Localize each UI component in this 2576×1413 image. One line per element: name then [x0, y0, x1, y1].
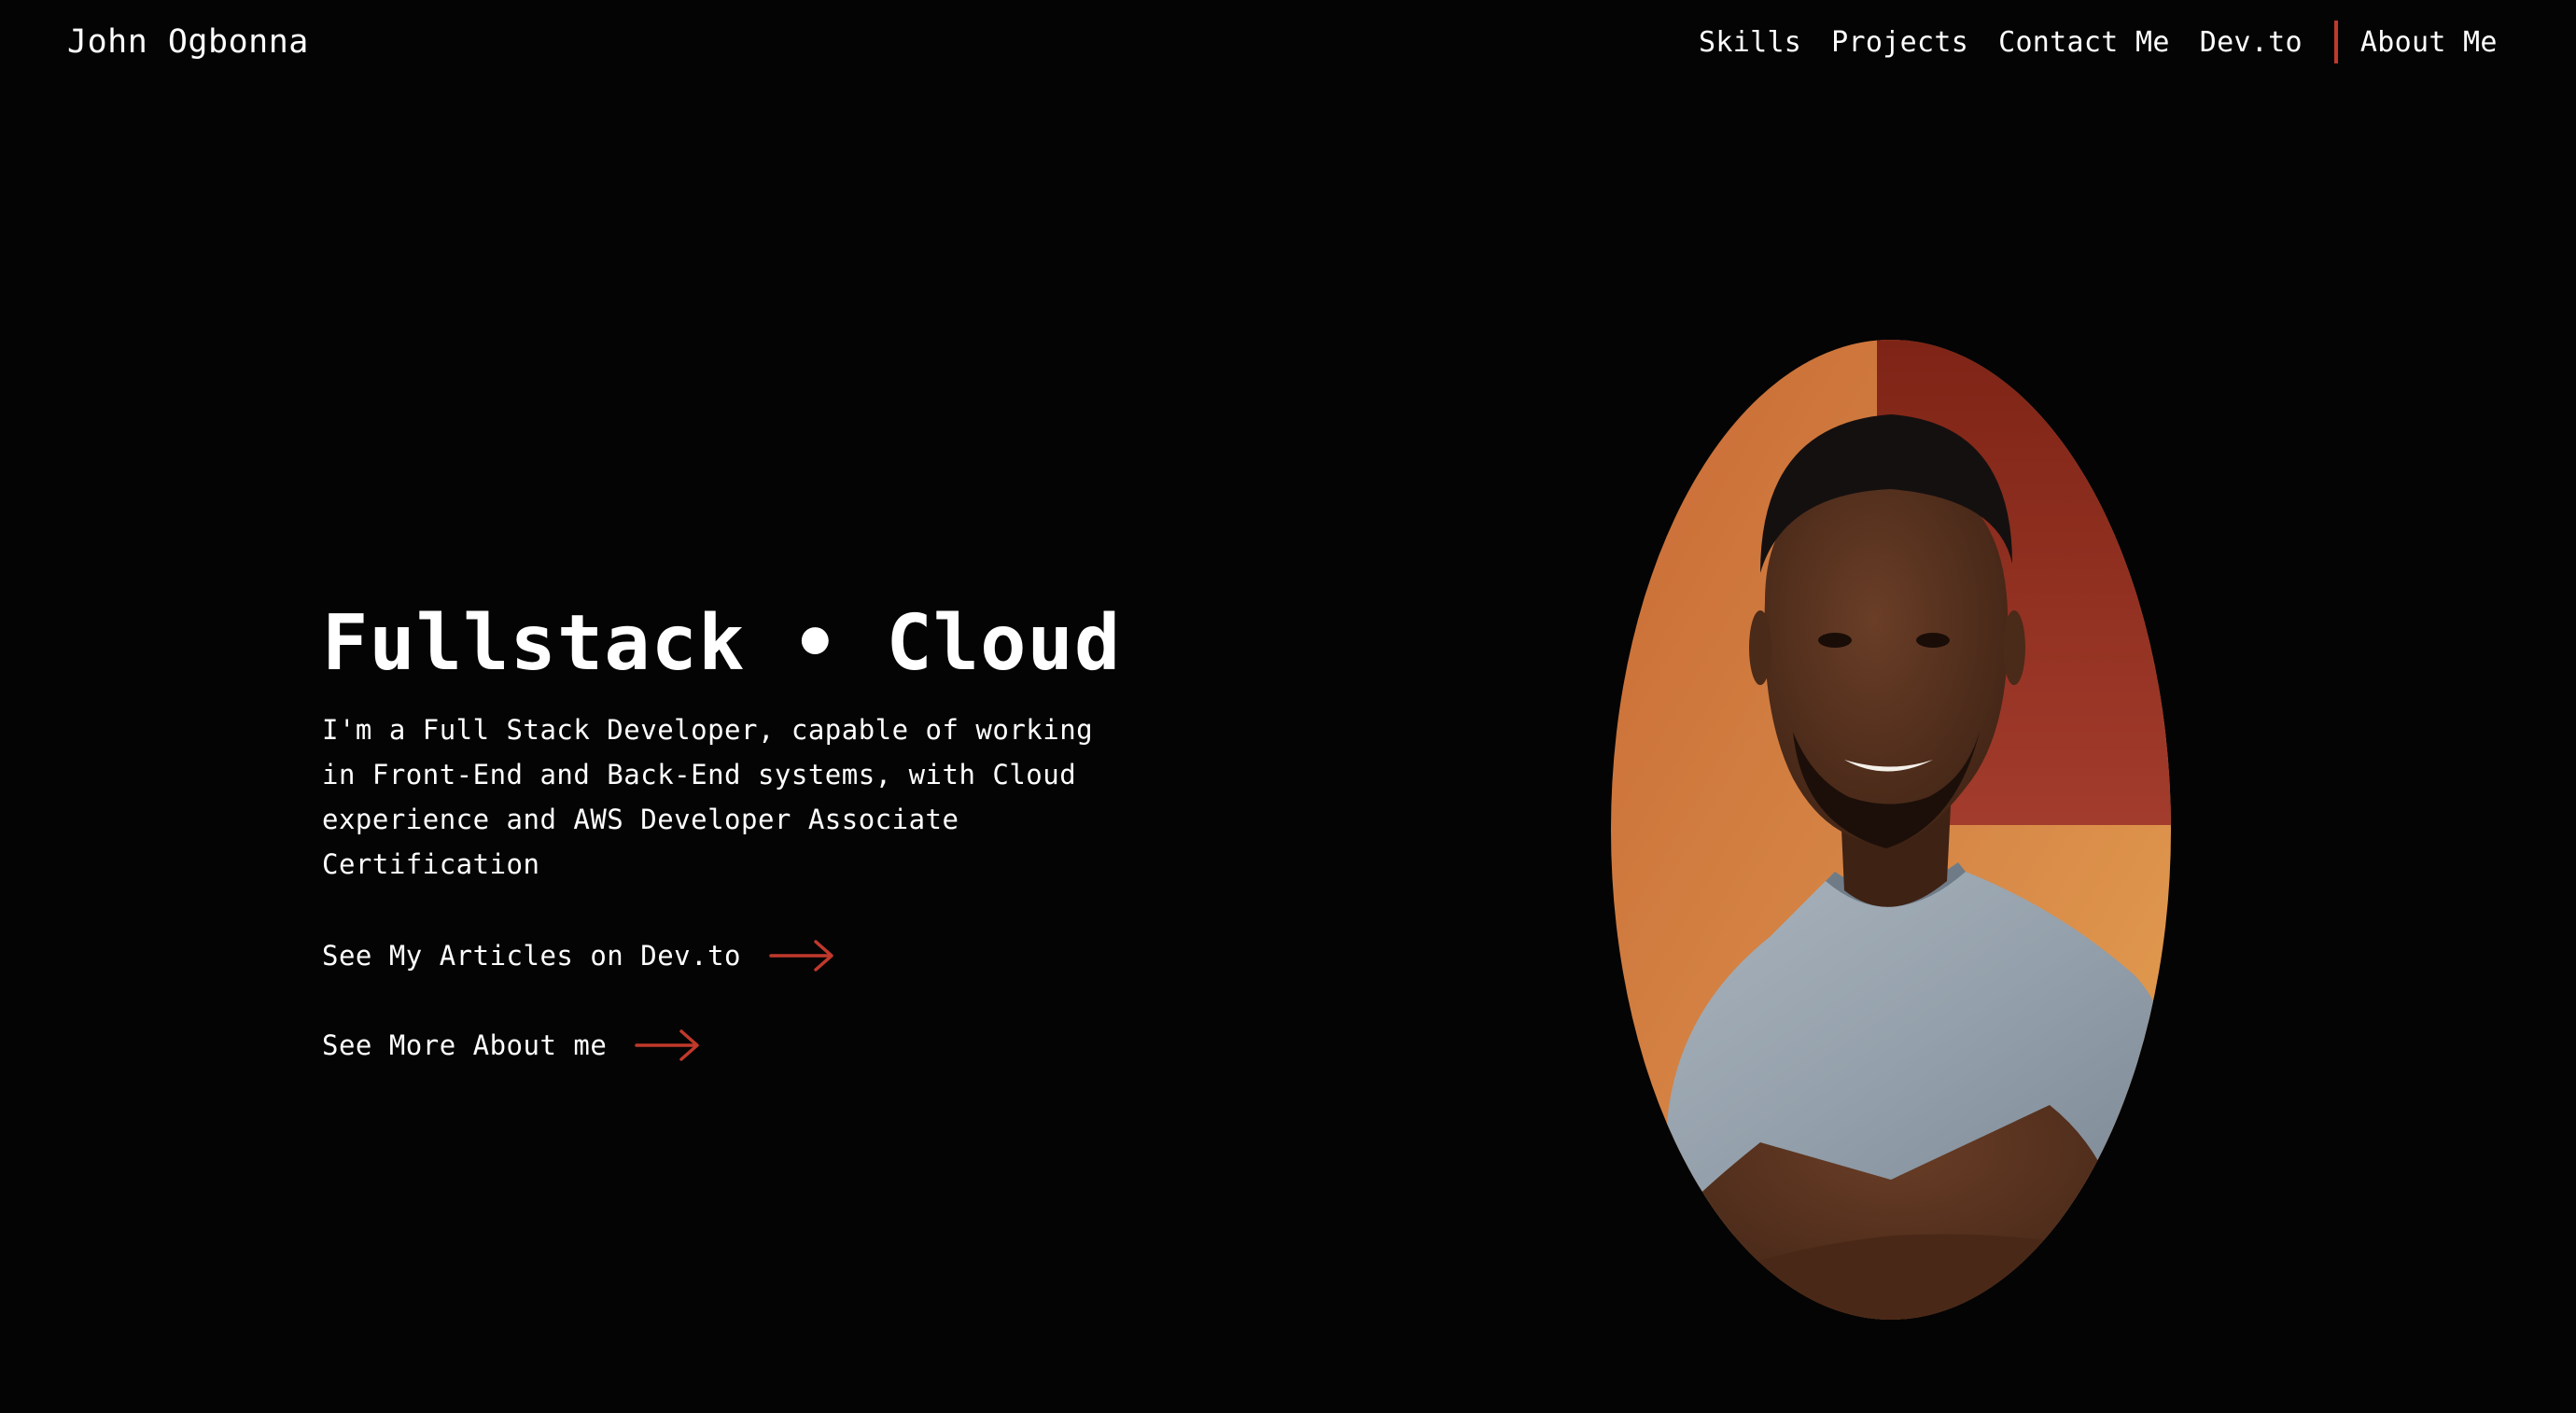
- articles-link[interactable]: See My Articles on Dev.to: [322, 939, 834, 972]
- about-link[interactable]: See More About me: [322, 1028, 700, 1062]
- articles-link-label: See My Articles on Dev.to: [322, 940, 741, 972]
- profile-portrait: [1611, 340, 2171, 1320]
- portrait-illustration: [1611, 340, 2171, 1320]
- nav-item-projects[interactable]: Projects: [1831, 26, 1968, 59]
- nav-item-skills[interactable]: Skills: [1699, 26, 1801, 59]
- hero-title: Fullstack • Cloud: [322, 599, 1122, 688]
- about-link-label: See More About me: [322, 1029, 608, 1061]
- arrow-right-icon: [635, 1029, 700, 1061]
- brand-name[interactable]: John Ogbonna: [67, 19, 309, 65]
- arrow-right-icon: [769, 940, 833, 972]
- nav-item-devto[interactable]: Dev.to: [2200, 26, 2303, 59]
- nav-item-about[interactable]: About Me: [2360, 26, 2498, 59]
- nav-item-contact[interactable]: Contact Me: [1998, 26, 2170, 59]
- main-nav: Skills Projects Contact Me Dev.to About …: [1699, 17, 2498, 67]
- nav-divider: [2333, 21, 2338, 63]
- hero-description: I'm a Full Stack Developer, capable of w…: [322, 714, 1094, 880]
